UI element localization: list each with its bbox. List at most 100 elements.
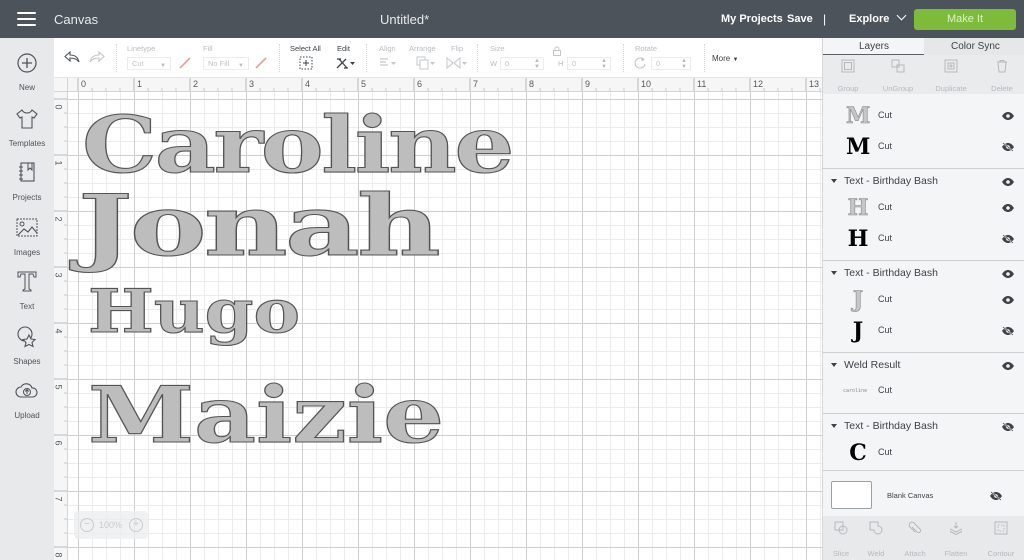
redo-icon[interactable] — [89, 50, 105, 64]
layer-item[interactable]: H Cut — [823, 193, 1024, 223]
sidebar-item-new[interactable]: New — [0, 52, 54, 92]
document-title[interactable]: Untitled* — [380, 12, 429, 27]
layer-group-header[interactable]: Weld Result — [823, 356, 1024, 376]
attach-button[interactable]: Attach — [897, 521, 933, 558]
sidebar-item-upload[interactable]: Upload — [0, 378, 54, 420]
width-input[interactable]: 0 ▲ ▼ — [500, 57, 544, 70]
layer-item[interactable]: J Cut — [823, 285, 1024, 315]
eye-hidden-icon[interactable] — [1001, 422, 1015, 432]
collapse-triangle-icon[interactable] — [831, 424, 837, 428]
layer-thumbnail: H — [847, 226, 869, 252]
undo-icon[interactable] — [64, 50, 80, 64]
layer-thumbnail: caroline — [843, 388, 868, 394]
my-projects-link[interactable]: My Projects — [721, 13, 783, 25]
eye-icon[interactable] — [1001, 295, 1015, 305]
flip-icon[interactable] — [446, 56, 468, 70]
zoom-in-button[interactable]: + — [129, 518, 143, 532]
layer-group-header[interactable]: Text - Birthday Bash — [823, 172, 1024, 192]
layer-item[interactable]: C Cut — [823, 438, 1024, 468]
group-separator — [823, 470, 1024, 471]
ungroup-button[interactable]: UnGroup — [873, 59, 923, 93]
sidebar-item-shapes[interactable]: Shapes — [0, 324, 54, 366]
name-hugo[interactable]: Hugo — [87, 276, 300, 347]
zoom-out-button[interactable]: − — [80, 518, 94, 532]
layer-item[interactable]: H Cut — [823, 224, 1024, 254]
layer-item[interactable]: J Cut — [823, 316, 1024, 346]
edit-tools-icon[interactable] — [335, 56, 355, 70]
layer-group-header[interactable]: Text - Birthday Bash — [823, 417, 1024, 437]
rotate-input[interactable]: 0 ▲ ▼ — [651, 57, 691, 70]
more-menu[interactable]: More ▼ — [712, 54, 738, 63]
attach-label: Attach — [904, 549, 926, 558]
sidebar-item-templates[interactable]: Templates — [0, 106, 54, 148]
ruler-label: 4 — [54, 328, 64, 334]
layers-list: Text - Birthday Bash M Cut M Cut Text - Birth… — [823, 94, 1024, 512]
flatten-button[interactable]: Flatten — [938, 521, 974, 558]
bottom-actions: Slice Weld Attach Flatten Contour — [823, 516, 1024, 560]
arrange-icon[interactable] — [416, 56, 436, 70]
sidebar-item-text[interactable]: Text — [0, 269, 54, 311]
top-header: Canvas Untitled* My Projects Save | Expl… — [0, 0, 1024, 38]
eye-hidden-icon[interactable] — [1001, 326, 1015, 336]
delete-button[interactable]: Delete — [977, 59, 1024, 93]
sidebar-item-projects[interactable]: Projects — [0, 160, 54, 202]
eye-icon[interactable] — [1001, 269, 1015, 279]
eye-icon[interactable] — [1001, 111, 1015, 121]
tab-layers[interactable]: Layers — [859, 41, 889, 52]
ruler-label: 2 — [54, 216, 64, 222]
ruler-label: 0 — [81, 79, 87, 89]
align-icon[interactable] — [379, 57, 397, 69]
contour-button[interactable]: Contour — [983, 521, 1019, 558]
height-value: 0 — [572, 59, 577, 68]
linetype-color-swatch[interactable] — [178, 56, 192, 70]
name-jonah[interactable]: Jonah — [68, 175, 442, 275]
fill-select[interactable]: No Fill ▼ — [203, 57, 249, 70]
layer-group-header[interactable]: Text - Birthday Bash — [823, 264, 1024, 284]
tab-color-sync[interactable]: Color Sync — [951, 41, 1000, 52]
layer-item[interactable]: M Cut — [823, 132, 1024, 162]
height-input[interactable]: 0 ▲ ▼ — [567, 57, 611, 70]
group-separator — [823, 352, 1024, 353]
ruler-label: 6 — [417, 79, 423, 89]
fill-color-swatch[interactable] — [254, 56, 268, 70]
layer-item[interactable]: M Cut — [823, 101, 1024, 131]
sidebar-item-images[interactable]: Images — [0, 215, 54, 257]
layer-thumbnail: H — [847, 195, 869, 221]
save-button[interactable]: Save — [787, 13, 813, 25]
ruler-label: 11 — [697, 79, 707, 89]
select-all-icon[interactable] — [299, 56, 313, 70]
layer-group-name: Text - Birthday Bash — [844, 420, 938, 432]
layer-name: Cut — [878, 447, 893, 457]
weld-button[interactable]: Weld — [858, 521, 894, 558]
eye-icon[interactable] — [1001, 203, 1015, 213]
ruler-label: 8 — [54, 552, 64, 558]
slice-button[interactable]: Slice — [823, 521, 859, 558]
make-it-button[interactable]: Make It — [914, 9, 1016, 30]
layer-thumbnail: C — [849, 440, 867, 466]
design-canvas[interactable]: Caroline Jonah Hugo Maizie — [68, 92, 822, 560]
eye-icon[interactable] — [1001, 94, 1015, 95]
collapse-triangle-icon[interactable] — [831, 179, 837, 183]
layer-group-header[interactable]: Text - Birthday Bash — [823, 94, 1024, 100]
linetype-select[interactable]: Cut ▼ — [127, 57, 171, 70]
blank-canvas-swatch[interactable] — [831, 481, 872, 509]
eye-hidden-icon[interactable] — [1001, 234, 1015, 244]
dropdown-arrow-icon: ▼ — [732, 57, 739, 63]
eye-hidden-icon[interactable] — [989, 491, 1003, 501]
duplicate-button[interactable]: Duplicate — [926, 59, 976, 93]
name-maizie[interactable]: Maizie — [87, 369, 444, 461]
menu-icon[interactable] — [17, 12, 36, 26]
layer-group-name: Text - Birthday Bash — [844, 175, 938, 187]
sidebar-label: Shapes — [13, 357, 41, 366]
group-button[interactable]: Group — [823, 59, 873, 93]
collapse-triangle-icon[interactable] — [831, 271, 837, 275]
lock-icon[interactable] — [552, 46, 562, 56]
explore-menu[interactable]: Explore — [849, 10, 907, 25]
collapse-triangle-icon[interactable] — [831, 363, 837, 367]
group-icon — [841, 59, 855, 73]
eye-hidden-icon[interactable] — [1001, 142, 1015, 152]
layer-item[interactable]: caroline Cut — [823, 376, 1024, 406]
eye-icon[interactable] — [1001, 177, 1015, 187]
ruler-label: 7 — [473, 79, 479, 89]
eye-icon[interactable] — [1001, 361, 1015, 371]
